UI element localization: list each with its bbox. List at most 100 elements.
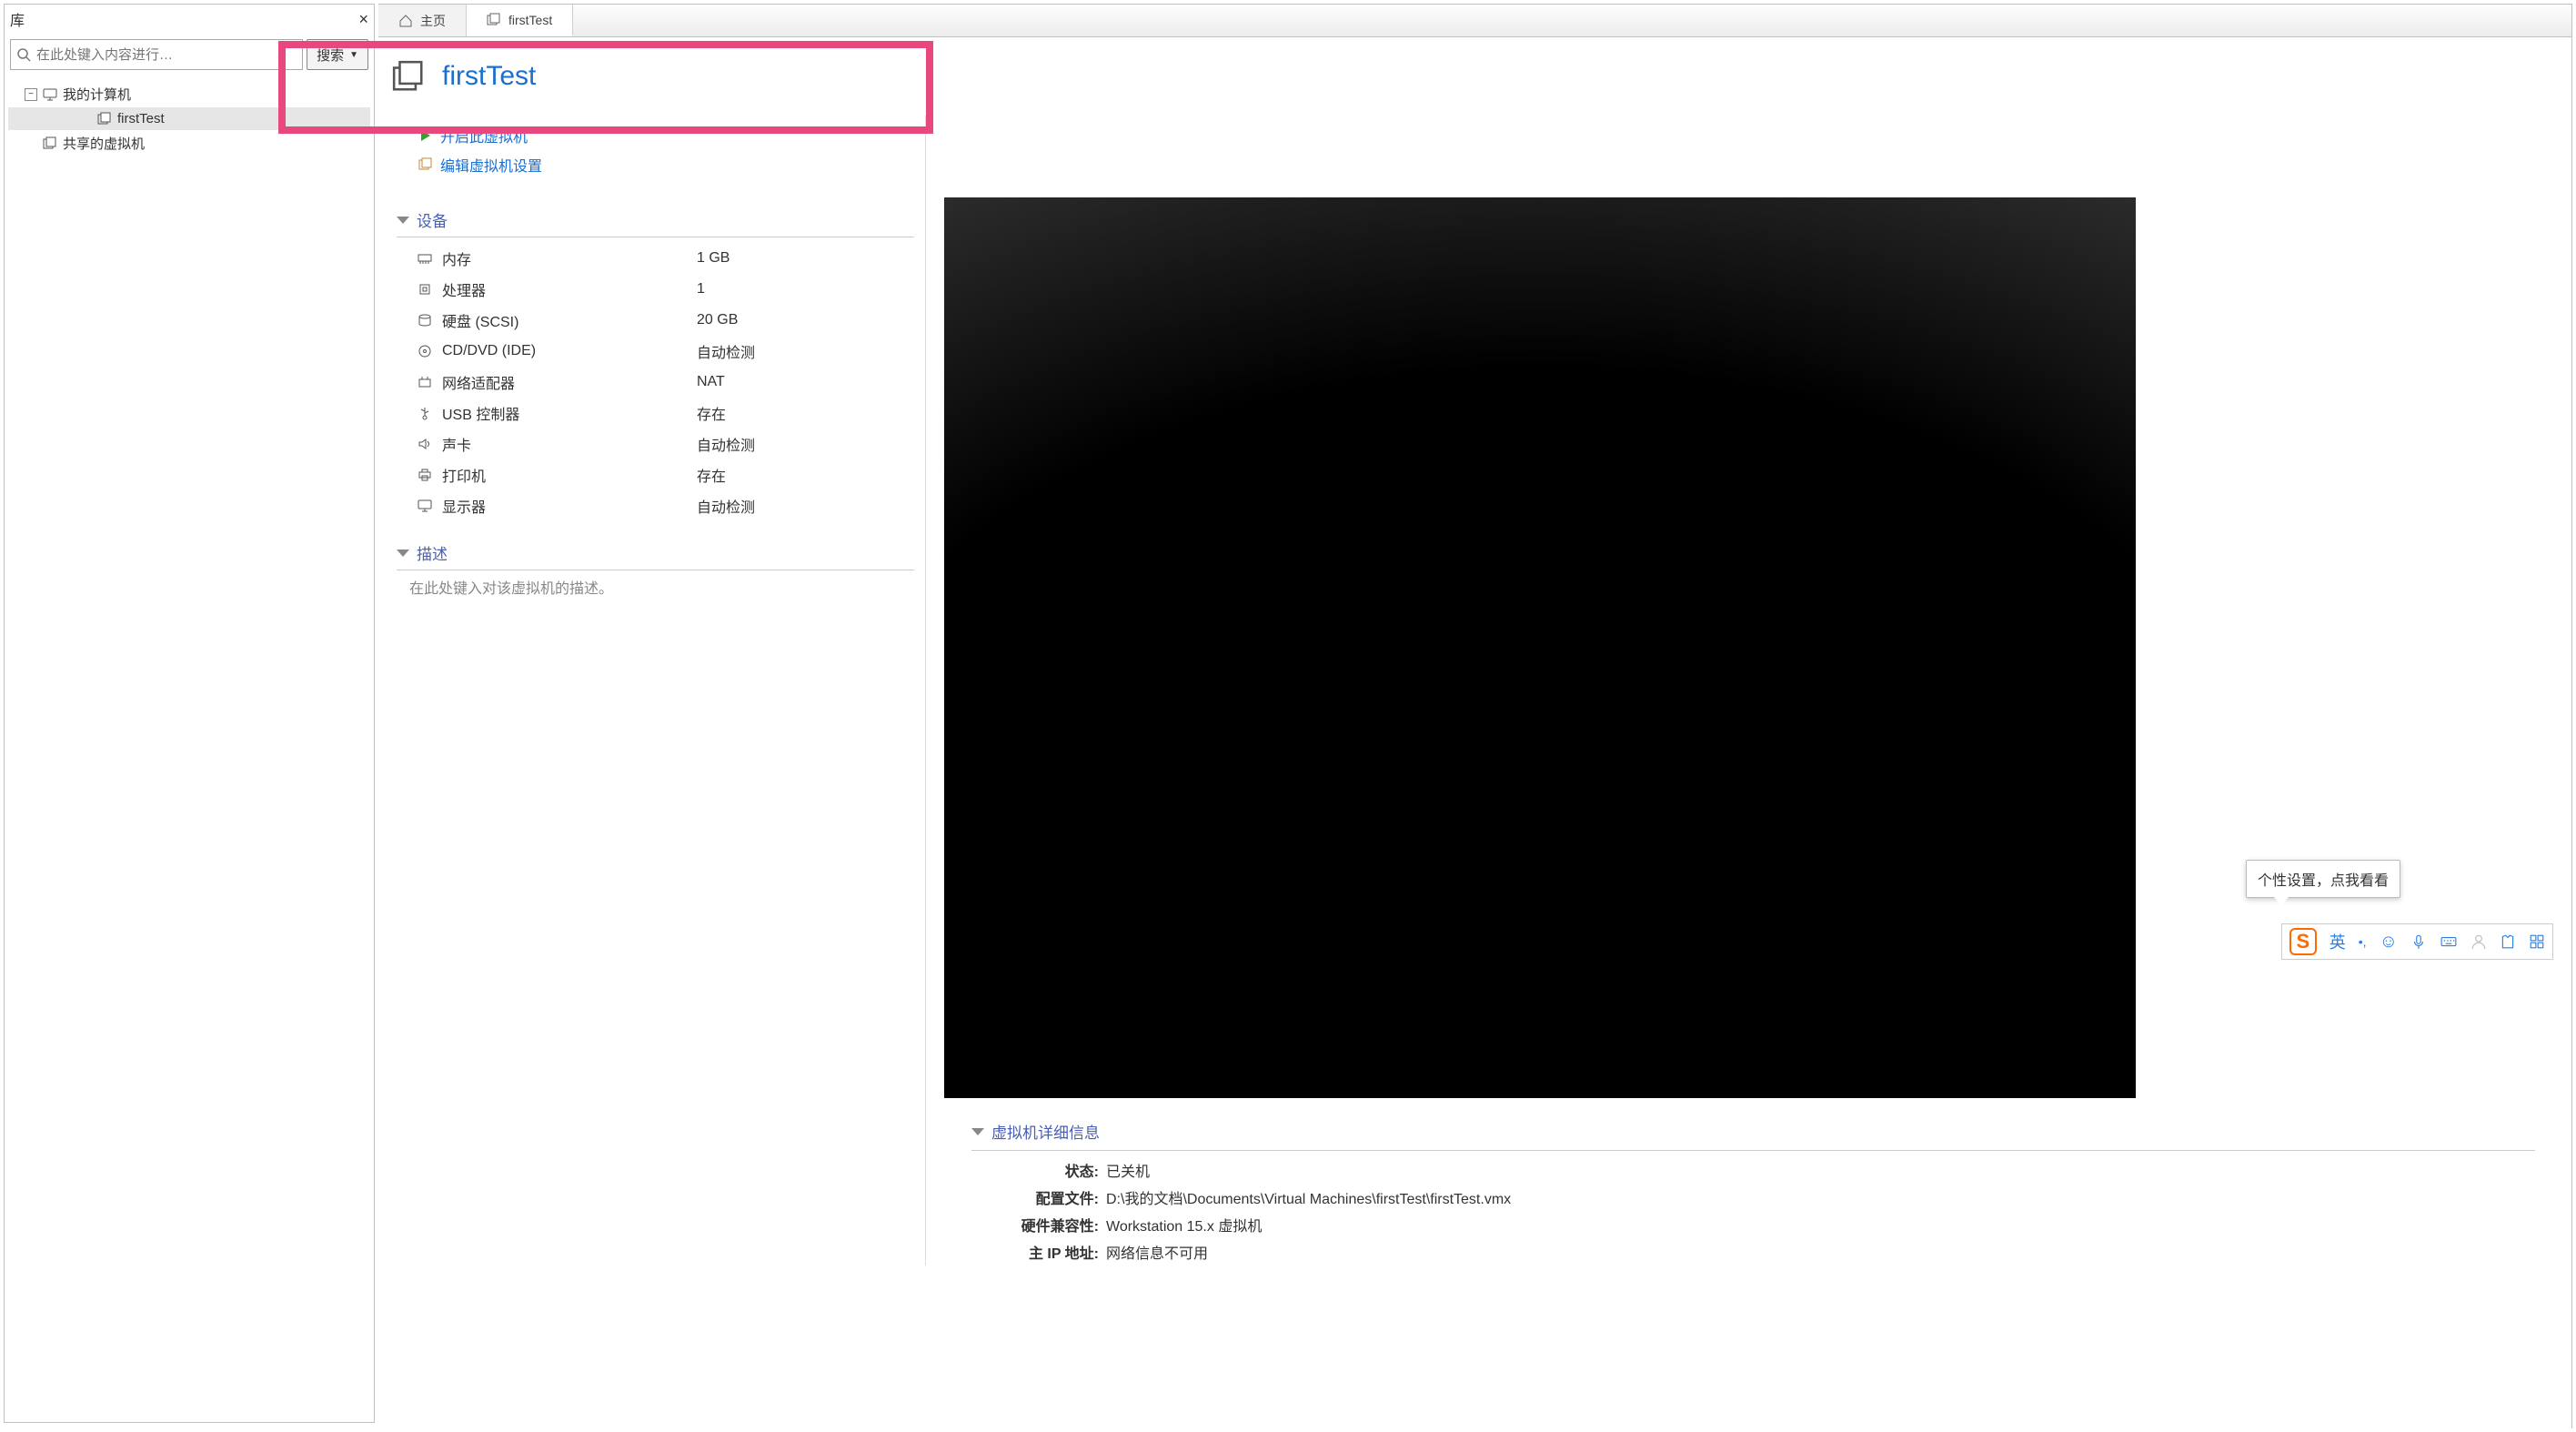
device-value: 自动检测 xyxy=(697,433,755,455)
tab-label: firstTest xyxy=(508,13,552,27)
detail-label: 硬件兼容性: xyxy=(971,1214,1099,1235)
search-input[interactable] xyxy=(36,47,297,63)
user-icon[interactable] xyxy=(2470,933,2487,950)
detail-label: 主 IP 地址: xyxy=(971,1241,1099,1263)
chevron-down-icon xyxy=(397,217,409,224)
library-panel: 库 × 搜索 ▼ − 我的计算机 firstTest xyxy=(4,4,375,1423)
device-name: 硬盘 (SCSI) xyxy=(442,309,697,331)
close-icon[interactable]: × xyxy=(358,10,368,29)
monitor-icon xyxy=(43,87,57,102)
home-icon xyxy=(398,14,413,28)
disk-icon xyxy=(415,313,435,328)
chevron-down-icon xyxy=(397,550,409,557)
chevron-down-icon xyxy=(971,1128,984,1135)
devices-table: 内存 1 GB 处理器 1 硬盘 (SCSI) 20 GB CD/DVD (ID… xyxy=(397,243,914,521)
display-icon xyxy=(415,499,435,513)
edit-settings-action[interactable]: 编辑虚拟机设置 xyxy=(418,150,914,179)
ime-toolbar[interactable]: S 英 •, ☺ xyxy=(2281,923,2553,960)
device-value: 存在 xyxy=(697,464,726,486)
device-usb[interactable]: USB 控制器 存在 xyxy=(415,398,914,429)
device-name: 显示器 xyxy=(442,495,697,517)
device-name: USB 控制器 xyxy=(442,402,697,424)
memory-icon xyxy=(415,251,435,266)
ime-lang[interactable]: 英 xyxy=(2329,930,2346,953)
detail-config: 配置文件: D:\我的文档\Documents\Virtual Machines… xyxy=(971,1184,2535,1211)
device-value: 20 GB xyxy=(697,312,738,328)
preview-background xyxy=(944,197,2136,707)
device-value: 1 xyxy=(697,281,705,297)
detail-compat: 硬件兼容性: Workstation 15.x 虚拟机 xyxy=(971,1211,2535,1238)
tree-item-label: 我的计算机 xyxy=(63,85,131,104)
tab-vm[interactable]: firstTest xyxy=(467,5,573,36)
emoji-icon[interactable]: ☺ xyxy=(2380,932,2398,953)
tree-shared-vms[interactable]: + 共享的虚拟机 xyxy=(8,130,370,156)
description-placeholder[interactable]: 在此处键入对该虚拟机的描述。 xyxy=(397,576,914,598)
tree-vm-firsttest[interactable]: firstTest xyxy=(8,107,370,130)
detail-value: 网络信息不可用 xyxy=(1106,1241,1208,1263)
device-memory[interactable]: 内存 1 GB xyxy=(415,243,914,274)
tree-item-label: 共享的虚拟机 xyxy=(63,134,145,153)
detail-value: 已关机 xyxy=(1106,1159,1150,1181)
vm-preview[interactable] xyxy=(944,197,2136,1098)
divider xyxy=(971,1150,2535,1151)
shared-icon xyxy=(43,136,57,151)
devices-section-head[interactable]: 设备 xyxy=(397,208,914,231)
detail-label: 配置文件: xyxy=(971,1186,1099,1208)
device-display[interactable]: 显示器 自动检测 xyxy=(415,490,914,521)
device-name: 处理器 xyxy=(442,278,697,300)
vm-icon xyxy=(391,59,426,94)
library-tree: − 我的计算机 firstTest + 共享的虚拟机 xyxy=(5,76,374,162)
sound-icon xyxy=(415,437,435,451)
search-button[interactable]: 搜索 ▼ xyxy=(307,39,368,70)
vm-title-row: firstTest xyxy=(391,46,2571,106)
tabstrip: 主页 firstTest xyxy=(378,5,2571,37)
device-network[interactable]: 网络适配器 NAT xyxy=(415,367,914,398)
action-label: 开启此虚拟机 xyxy=(440,125,528,146)
device-name: 网络适配器 xyxy=(442,371,697,393)
vm-icon xyxy=(487,13,501,27)
punct-icon[interactable]: •, xyxy=(2359,934,2367,949)
description-section-head[interactable]: 描述 xyxy=(397,541,914,564)
power-on-action[interactable]: 开启此虚拟机 xyxy=(418,121,914,150)
sogou-icon[interactable]: S xyxy=(2289,928,2317,955)
chevron-down-icon: ▼ xyxy=(349,50,358,60)
tab-label: 主页 xyxy=(420,12,446,30)
search-box[interactable] xyxy=(10,39,303,70)
ime-tooltip[interactable]: 个性设置，点我看看 xyxy=(2246,860,2400,898)
action-label: 编辑虚拟机设置 xyxy=(440,154,542,176)
mic-icon[interactable] xyxy=(2410,933,2427,950)
tree-my-computer[interactable]: − 我的计算机 xyxy=(8,81,370,107)
device-value: NAT xyxy=(697,374,725,390)
printer-icon xyxy=(415,468,435,482)
device-cddvd[interactable]: CD/DVD (IDE) 自动检测 xyxy=(415,336,914,367)
toolbox-icon[interactable] xyxy=(2529,933,2545,950)
device-value: 存在 xyxy=(697,402,726,424)
tab-home[interactable]: 主页 xyxy=(378,5,467,36)
search-icon xyxy=(16,47,31,62)
usb-icon xyxy=(415,406,435,420)
skin-icon[interactable] xyxy=(2500,933,2516,950)
tree-item-label: firstTest xyxy=(117,111,165,126)
device-name: 内存 xyxy=(442,247,697,269)
device-value: 1 GB xyxy=(697,250,730,267)
play-icon xyxy=(418,128,433,143)
detail-state: 状态: 已关机 xyxy=(971,1156,2535,1184)
collapse-icon[interactable]: − xyxy=(25,88,37,101)
disc-icon xyxy=(415,344,435,358)
edit-icon xyxy=(418,157,433,172)
library-title: 库 xyxy=(10,8,25,30)
keyboard-icon[interactable] xyxy=(2440,933,2458,950)
device-sound[interactable]: 声卡 自动检测 xyxy=(415,429,914,459)
details-section-head[interactable]: 虚拟机详细信息 xyxy=(971,1120,2535,1143)
cpu-icon xyxy=(415,282,435,297)
detail-ip: 主 IP 地址: 网络信息不可用 xyxy=(971,1238,2535,1266)
device-disk[interactable]: 硬盘 (SCSI) 20 GB xyxy=(415,305,914,336)
device-name: CD/DVD (IDE) xyxy=(442,343,697,359)
device-name: 打印机 xyxy=(442,464,697,486)
device-printer[interactable]: 打印机 存在 xyxy=(415,459,914,490)
device-value: 自动检测 xyxy=(697,495,755,517)
detail-value: Workstation 15.x 虚拟机 xyxy=(1106,1214,1262,1235)
device-cpu[interactable]: 处理器 1 xyxy=(415,274,914,305)
vm-title: firstTest xyxy=(442,61,536,92)
vm-icon xyxy=(97,112,112,126)
